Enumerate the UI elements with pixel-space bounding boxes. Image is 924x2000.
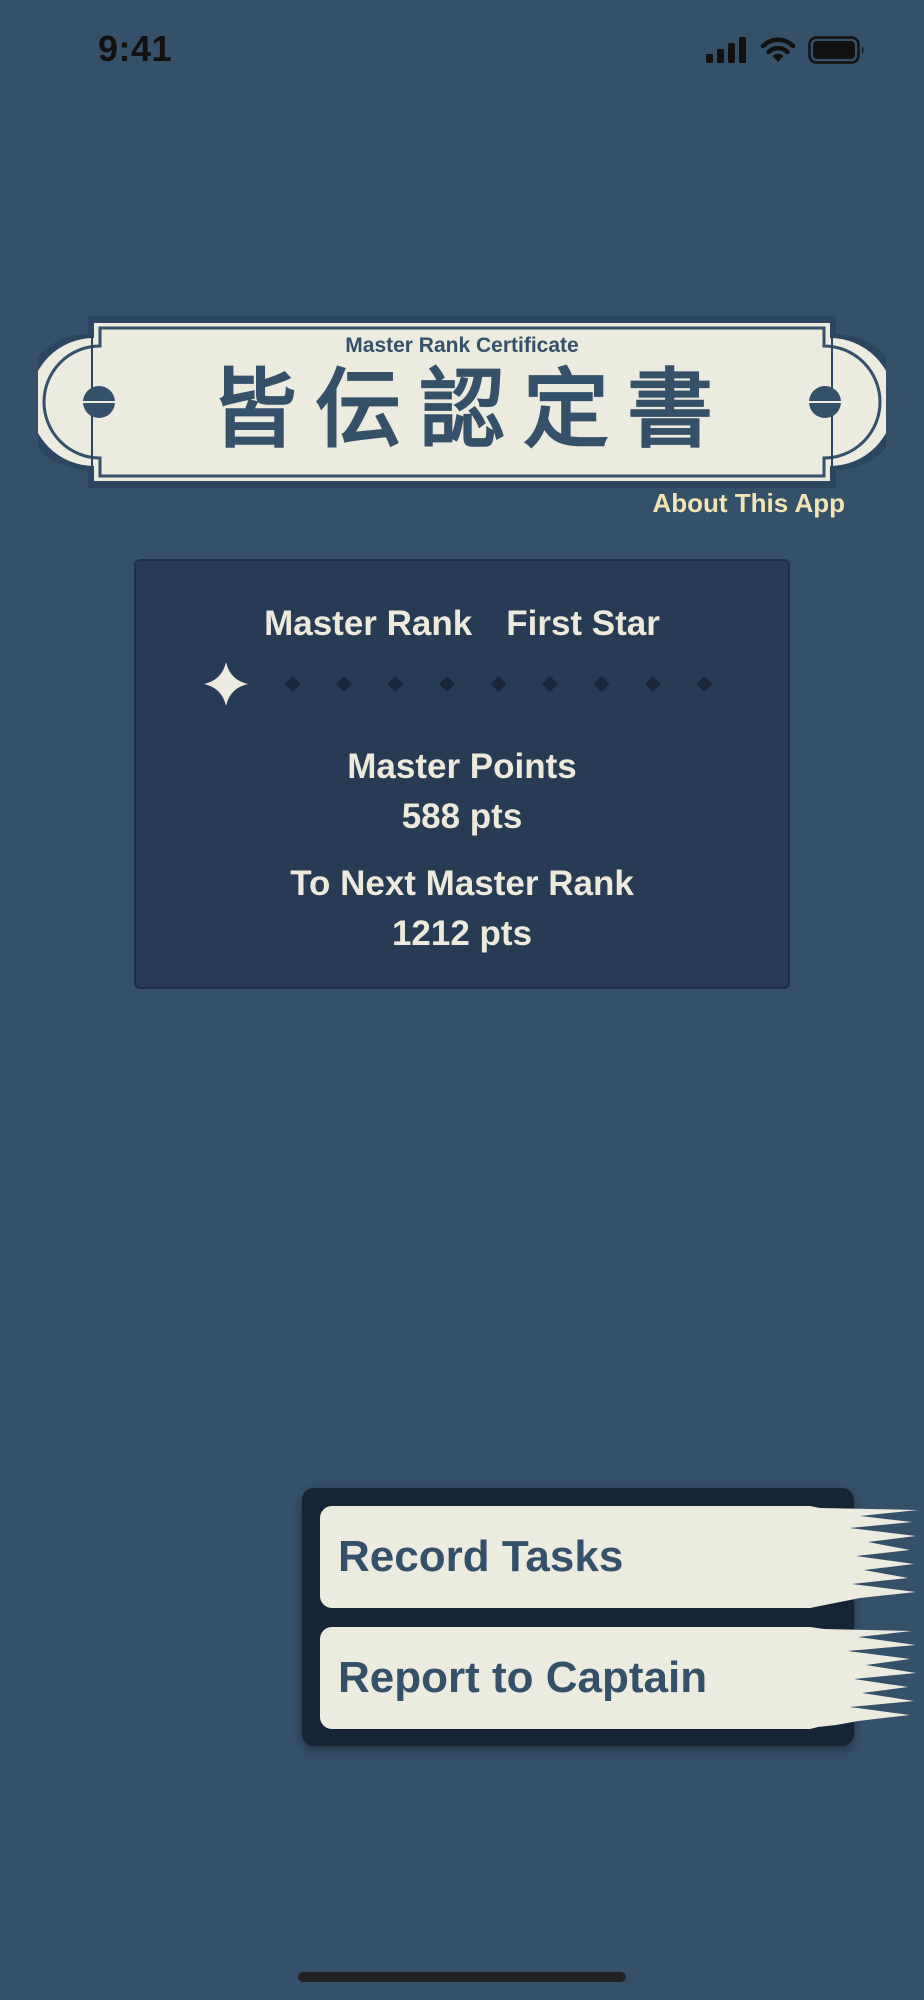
- next-rank-label: To Next Master Rank: [290, 864, 634, 903]
- empty-star-icon: [336, 676, 352, 692]
- empty-star-icon: [696, 676, 713, 692]
- cellular-signal-icon: [706, 37, 748, 63]
- report-to-captain-label: Report to Captain: [338, 1653, 708, 1702]
- master-points-label: Master Points: [347, 747, 577, 786]
- empty-star-icon: [490, 676, 507, 692]
- next-rank-value: 1212 pts: [391, 914, 533, 953]
- empty-star-icon: [542, 676, 558, 692]
- battery-icon: [808, 36, 866, 64]
- rank-value: First Star: [506, 604, 660, 643]
- empty-star-icon: [645, 676, 661, 692]
- rank-label: Master Rank: [264, 604, 473, 643]
- rank-card: Master Rank First Star Master Points 588 …: [134, 559, 790, 989]
- status-icons: [706, 36, 866, 64]
- home-indicator[interactable]: [298, 1972, 626, 1982]
- certificate-title: 皆伝認定書: [211, 359, 731, 460]
- wifi-icon: [760, 37, 796, 63]
- star-progress-track: [204, 662, 713, 706]
- report-to-captain-button[interactable]: Report to Captain: [320, 1627, 918, 1729]
- status-bar: 9:41: [0, 0, 924, 100]
- star-progress: [204, 659, 744, 709]
- empty-star-icon: [593, 676, 610, 692]
- certificate-subtitle: Master Rank Certificate: [345, 334, 579, 357]
- about-app-link[interactable]: About This App: [652, 488, 845, 519]
- master-points-value: 588 pts: [401, 797, 523, 836]
- earned-star-icon: [204, 662, 248, 706]
- rank-line: Master Rank First Star: [136, 604, 788, 644]
- empty-star-icon: [284, 676, 301, 692]
- status-time: 9:41: [98, 28, 173, 69]
- certificate-header: Master Rank Certificate 皆伝認定書: [38, 316, 886, 488]
- empty-star-icon: [439, 676, 455, 692]
- empty-star-icon: [387, 676, 404, 692]
- record-tasks-label: Record Tasks: [338, 1532, 624, 1581]
- record-tasks-button[interactable]: Record Tasks: [320, 1506, 918, 1608]
